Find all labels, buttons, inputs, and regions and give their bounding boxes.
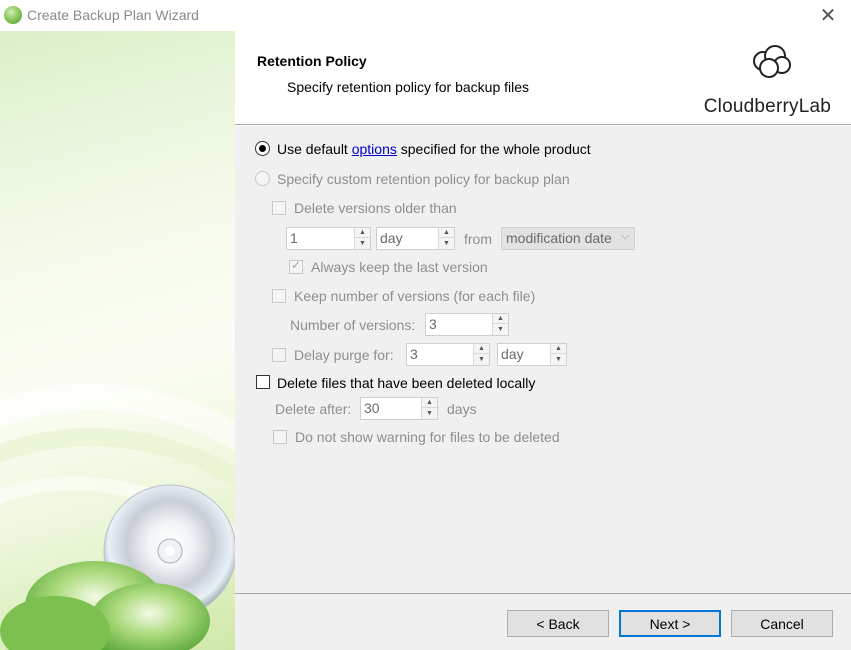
from-label: from: [464, 231, 492, 247]
page-title: Retention Policy: [257, 53, 367, 69]
stepper-up-icon: ▲: [474, 344, 489, 354]
next-button[interactable]: Next >: [619, 610, 721, 637]
close-button[interactable]: ✕: [805, 0, 851, 31]
delete-older-label: Delete versions older than: [294, 200, 457, 216]
title-bar: Create Backup Plan Wizard ✕: [0, 0, 851, 31]
custom-policy-radio[interactable]: [255, 171, 270, 186]
delete-local-checkbox[interactable]: [256, 375, 270, 389]
delete-local-label: Delete files that have been deleted loca…: [277, 375, 536, 391]
delay-purge-amount-stepper[interactable]: 3 ▲ ▼: [406, 343, 490, 366]
stepper-up-icon: ▲: [439, 228, 454, 238]
delay-purge-checkbox[interactable]: [272, 348, 286, 362]
delete-after-stepper[interactable]: 30 ▲ ▼: [360, 397, 438, 420]
custom-policy-label: Specify custom retention policy for back…: [277, 171, 570, 187]
stepper-up-icon: ▲: [493, 314, 508, 324]
sidebar-illustration: [0, 384, 235, 650]
back-button[interactable]: < Back: [507, 610, 609, 637]
stepper-up-icon: ▲: [422, 398, 437, 408]
app-icon: [4, 6, 22, 24]
no-warning-label: Do not show warning for files to be dele…: [295, 429, 560, 445]
keep-last-checkbox[interactable]: [289, 258, 303, 274]
cloudberry-logo: CloudberryLab: [701, 43, 831, 118]
stepper-down-icon: ▼: [359, 239, 366, 247]
delete-older-unit-stepper[interactable]: day ▲ ▼: [376, 227, 455, 250]
stepper-up-icon: ▲: [551, 344, 566, 354]
keep-number-label: Keep number of versions (for each file): [294, 288, 536, 304]
date-type-select[interactable]: modification date ⌵: [501, 227, 635, 250]
use-default-radio[interactable]: [255, 141, 270, 156]
page-subtitle: Specify retention policy for backup file…: [287, 79, 530, 95]
number-of-versions-label: Number of versions:: [290, 317, 416, 333]
stepper-down-icon: ▼: [497, 325, 504, 333]
chevron-down-icon: ⌵: [621, 231, 629, 242]
number-of-versions-stepper[interactable]: 3 ▲ ▼: [425, 313, 509, 336]
wizard-header: Retention Policy Specify retention polic…: [235, 31, 851, 125]
keep-number-checkbox[interactable]: [272, 289, 286, 303]
window-title: Create Backup Plan Wizard: [27, 7, 199, 23]
stepper-down-icon: ▼: [555, 355, 562, 363]
no-warning-checkbox[interactable]: [273, 430, 287, 444]
delay-purge-unit-stepper[interactable]: day ▲ ▼: [497, 343, 567, 366]
delete-after-label: Delete after:: [275, 401, 352, 417]
retention-options-panel: Use default options specified for the wh…: [235, 126, 851, 593]
cancel-button[interactable]: Cancel: [731, 610, 833, 637]
use-default-label: Use default options specified for the wh…: [277, 141, 591, 157]
wizard-footer: < Back Next > Cancel: [235, 593, 851, 650]
logo-text: CloudberryLab: [703, 96, 831, 117]
stepper-down-icon: ▼: [478, 355, 485, 363]
stepper-up-icon: ▲: [355, 228, 370, 238]
stepper-down-icon: ▼: [443, 239, 450, 247]
keep-last-label: Always keep the last version: [311, 259, 488, 275]
days-label: days: [447, 401, 477, 417]
cloud-logo-icon: [753, 45, 791, 78]
wizard-sidebar-image: [0, 31, 235, 650]
stepper-down-icon: ▼: [426, 409, 433, 417]
delete-older-amount-stepper[interactable]: 1 ▲ ▼: [286, 227, 371, 250]
options-link[interactable]: options: [352, 141, 397, 157]
delete-older-checkbox[interactable]: [272, 201, 286, 215]
delay-purge-label: Delay purge for:: [294, 347, 394, 363]
